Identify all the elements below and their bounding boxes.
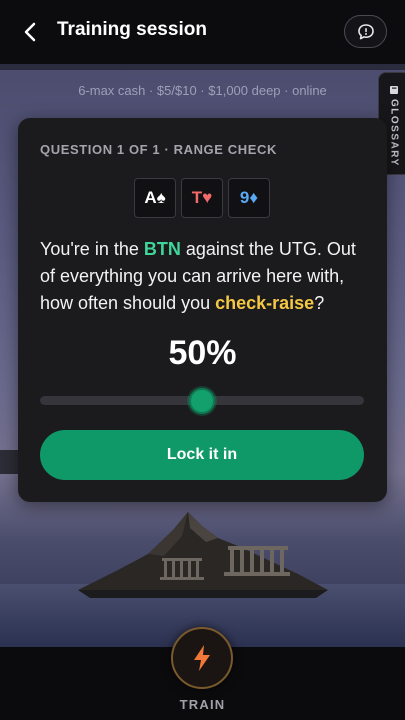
playing-card-nine-diamonds: 9 ♦ xyxy=(228,178,270,218)
heart-suit-icon: ♥ xyxy=(202,188,213,207)
chat-button[interactable] xyxy=(344,15,387,48)
book-icon xyxy=(390,86,398,94)
question-card: QUESTION 1 OF 1 · RANGE CHECK A ♠ T ♥ 9 ♦ Y… xyxy=(18,118,387,502)
position-highlight: BTN xyxy=(143,239,181,259)
card-rank: 9 xyxy=(239,188,250,207)
question-part-1: You're in the xyxy=(40,239,144,259)
back-button[interactable] xyxy=(18,20,42,44)
glossary-label: GLOSSARY xyxy=(388,99,400,167)
playing-card-ten-hearts: T ♥ xyxy=(181,178,223,218)
page-title: Training session xyxy=(57,19,207,40)
slider-thumb[interactable] xyxy=(189,388,215,414)
frequency-slider[interactable] xyxy=(40,388,364,414)
train-label: TRAIN xyxy=(179,697,226,712)
action-highlight: check-raise xyxy=(215,293,315,313)
question-label: QUESTION 1 OF 1 · RANGE CHECK xyxy=(40,142,277,157)
percent-readout: 50% xyxy=(168,334,237,372)
lightning-bolt-icon xyxy=(194,645,210,671)
spade-suit-icon: ♠ xyxy=(156,188,166,207)
chevron-left-icon xyxy=(24,22,36,42)
question-text: You're in the BTN against the UTG. Out o… xyxy=(40,236,370,317)
diamond-suit-icon: ♦ xyxy=(249,188,259,207)
table-info-text: 6-max cash · $5/$10 · $1,000 deep · onli… xyxy=(78,83,327,98)
lock-it-in-button[interactable]: Lock it in xyxy=(40,430,364,480)
card-rank: T xyxy=(191,188,203,207)
card-rank: A xyxy=(144,188,157,207)
chat-bubble-icon xyxy=(357,23,374,39)
scene-divider xyxy=(0,64,405,70)
hole-cards: A ♠ T ♥ 9 ♦ xyxy=(134,178,270,218)
question-part-3: ? xyxy=(314,293,325,313)
top-bar: Training session xyxy=(0,0,405,64)
train-button[interactable] xyxy=(171,627,233,689)
playing-card-ace-spades: A ♠ xyxy=(134,178,176,218)
island-temple-illustration xyxy=(78,512,328,598)
